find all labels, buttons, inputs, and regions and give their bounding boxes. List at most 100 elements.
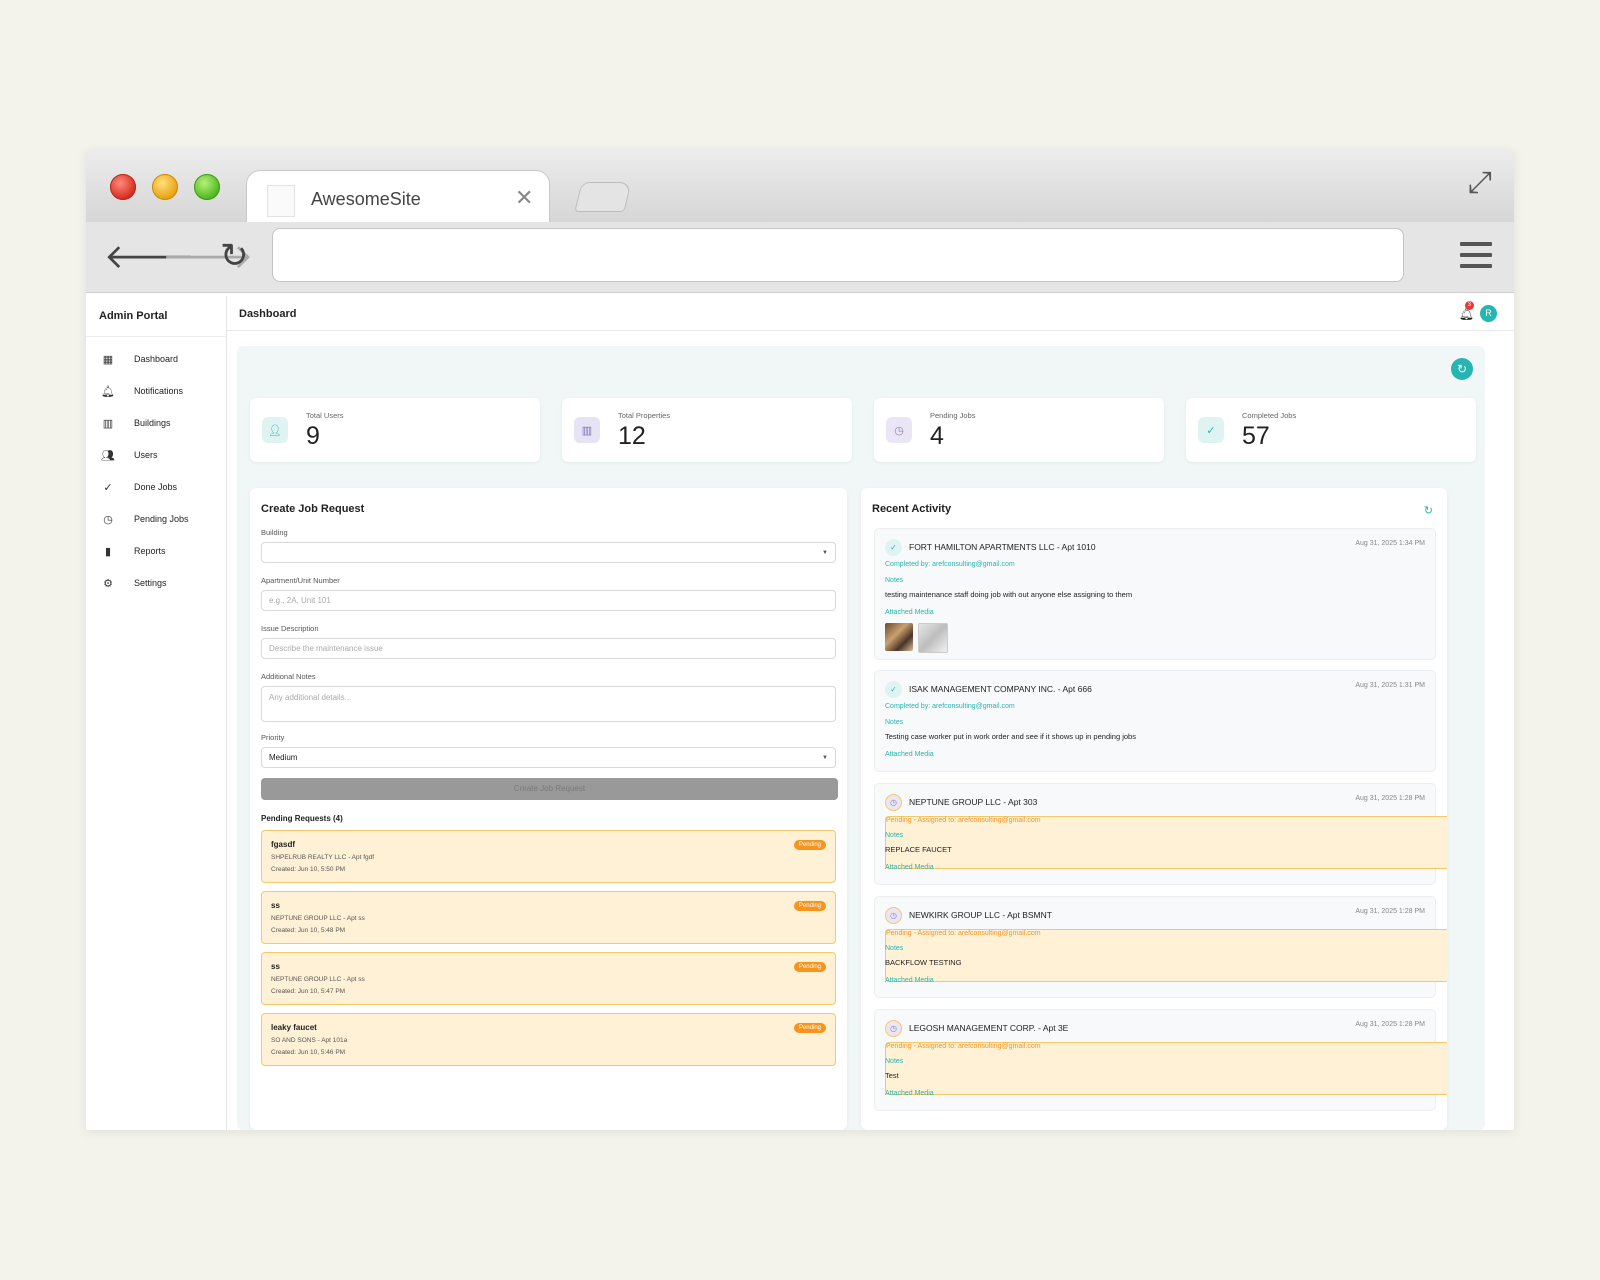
unit-input[interactable]: e.g., 2A, Unit 101 [261,590,836,611]
browser-tab[interactable]: AwesomeSite ✕ [246,170,550,223]
pending-requests-title: Pending Requests (4) [261,814,343,823]
activity-note: Test [885,1071,899,1080]
attached-media-label: Attached Media [885,1090,934,1097]
browser-tab-bar: AwesomeSite ✕ ⤢ [86,150,1514,223]
sidebar: Admin Portal ▦ Dashboard 🔔︎ Notifications … [86,296,227,1130]
notes-label: Notes [885,945,904,952]
issue-input[interactable]: Describe the maintenance issue [261,638,836,659]
priority-label: Priority [261,733,285,742]
sidebar-item-label: Buildings [134,418,171,428]
notes-label: Notes [885,719,904,726]
building-icon: ▥ [102,417,114,430]
building-icon: ▥ [574,417,600,443]
create-job-request-button[interactable]: Create Job Request [261,778,838,800]
refresh-icon[interactable]: ↻ [1424,504,1433,517]
stat-value: 12 [618,422,646,450]
request-created: Created: Jun 10, 5:48 PM [271,927,346,934]
bell-icon: 🔔︎ [101,385,115,398]
refresh-button[interactable]: ↻ [1451,358,1473,380]
chevron-down-icon: ▼ [822,550,828,556]
check-circle-icon: ✓ [885,539,902,556]
activity-title: NEWKIRK GROUP LLC - Apt BSMNT [909,910,1052,920]
activity-date: Aug 31, 2025 1:28 PM [1355,908,1425,915]
close-tab-icon[interactable]: ✕ [515,185,533,211]
pending-request-card[interactable]: fgasdf SHPELRUB REALTY LLC - Apt fgdf Cr… [261,830,836,883]
sidebar-item-settings[interactable]: ⚙ Settings [86,567,226,599]
activity-item[interactable]: ◷ NEPTUNE GROUP LLC - Apt 303 Aug 31, 20… [874,783,1447,885]
chevron-down-icon: ▼ [822,755,828,761]
stat-value: 57 [1242,422,1270,450]
check-circle-icon: ✓ [103,481,113,494]
recent-activity-panel: Recent Activity ↻ ✓ FORT HAMILTON APARTM… [861,488,1447,1130]
avatar[interactable]: R [1480,305,1497,322]
address-bar[interactable] [272,228,1404,282]
reload-icon[interactable]: ↻ [220,236,249,276]
stat-value: 9 [306,422,320,450]
page-title: Dashboard [239,308,297,320]
panel-title: Recent Activity [872,503,952,515]
notes-label: Additional Notes [261,672,316,681]
activity-item[interactable]: ✓ ISAK MANAGEMENT COMPANY INC. - Apt 666… [874,670,1436,772]
panel-title: Create Job Request [261,503,365,515]
activity-note: REPLACE FAUCET [885,845,952,854]
stat-card-total-properties: ▥ Total Properties 12 [562,398,852,462]
bar-chart-icon: ▮ [104,545,112,558]
maximize-window-button[interactable] [194,174,220,200]
sidebar-item-buildings[interactable]: ▥ Buildings [86,407,226,439]
stat-card-total-users: 👤︎ Total Users 9 [250,398,540,462]
priority-select[interactable]: Medium ▼ [261,747,836,768]
pending-request-card[interactable]: leaky faucet SO AND SONS - Apt 101a Crea… [261,1013,836,1066]
dashboard-icon: ▦ [102,353,114,366]
clock-icon: ◷ [103,513,113,526]
request-created: Created: Jun 10, 5:46 PM [271,1049,346,1056]
activity-item[interactable]: ◷ LEGOSH MANAGEMENT CORP. - Apt 3E Aug 3… [874,1009,1447,1111]
sidebar-item-label: Reports [134,546,166,556]
stat-card-completed-jobs: ✓ Completed Jobs 57 [1186,398,1476,462]
media-thumbnail[interactable] [918,623,948,653]
sidebar-item-label: Dashboard [134,354,179,364]
media-thumbnail[interactable] [885,623,913,651]
close-window-button[interactable] [110,174,136,200]
status-badge: Pending [793,962,826,972]
activity-item[interactable]: ✓ FORT HAMILTON APARTMENTS LLC - Apt 101… [874,528,1436,660]
activity-date: Aug 31, 2025 1:28 PM [1355,1021,1425,1028]
minimize-window-button[interactable] [152,174,178,200]
users-icon: 👥︎ [101,449,115,462]
request-building: SHPELRUB REALTY LLC - Apt fgdf [271,854,375,861]
activity-note: BACKFLOW TESTING [885,958,962,967]
stat-label: Total Properties [618,411,671,420]
sidebar-item-notifications[interactable]: 🔔︎ Notifications [86,375,226,407]
activity-status: Pending - Assigned to: arefconsulting@gm… [885,816,1447,869]
sidebar-item-done-jobs[interactable]: ✓ Done Jobs [86,471,226,503]
fullscreen-icon[interactable]: ⤢ [1468,166,1492,200]
new-tab-button[interactable] [574,182,632,212]
menu-icon[interactable] [1460,242,1492,270]
dashboard-content: ↻ 👤︎ Total Users 9 ▥ Total Properties 12… [237,346,1485,1130]
activity-title: LEGOSH MANAGEMENT CORP. - Apt 3E [909,1023,1069,1033]
activity-date: Aug 31, 2025 1:28 PM [1355,795,1425,802]
notification-bell-icon[interactable]: 🔔︎ 3 [1459,301,1474,321]
activity-date: Aug 31, 2025 1:34 PM [1355,540,1425,547]
sidebar-item-pending-jobs[interactable]: ◷ Pending Jobs [86,503,226,535]
attached-media-label: Attached Media [885,609,934,616]
request-name: leaky faucet [271,1023,317,1032]
clock-icon: ◷ [885,1020,902,1037]
activity-title: FORT HAMILTON APARTMENTS LLC - Apt 1010 [909,542,1096,552]
request-name: ss [271,901,280,910]
notes-textarea[interactable]: Any additional details... [261,686,836,722]
tab-title: AwesomeSite [311,189,421,209]
sidebar-item-label: Settings [134,578,167,588]
activity-item[interactable]: ◷ NEWKIRK GROUP LLC - Apt BSMNT Aug 31, … [874,896,1447,998]
notification-badge: 3 [1464,301,1474,310]
sidebar-item-reports[interactable]: ▮ Reports [86,535,226,567]
building-select[interactable]: ▼ [261,542,836,563]
activity-status: Completed by: arefconsulting@gmail.com [885,561,1015,568]
sidebar-item-dashboard[interactable]: ▦ Dashboard [86,343,226,375]
sidebar-item-label: Done Jobs [134,482,178,492]
pending-request-card[interactable]: ss NEPTUNE GROUP LLC - Apt ss Created: J… [261,952,836,1005]
sidebar-item-users[interactable]: 👥︎ Users [86,439,226,471]
pending-request-card[interactable]: ss NEPTUNE GROUP LLC - Apt ss Created: J… [261,891,836,944]
user-icon: 👤︎ [262,417,288,443]
attached-media-label: Attached Media [885,751,934,758]
unit-label: Apartment/Unit Number [261,576,340,585]
